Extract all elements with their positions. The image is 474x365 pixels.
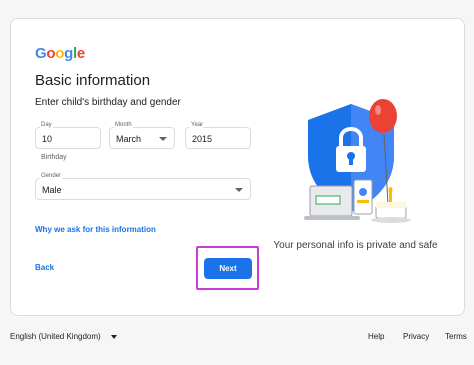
back-link[interactable]: Back (35, 263, 54, 272)
logo-letter: e (76, 45, 85, 62)
month-select[interactable]: Month March (109, 122, 175, 149)
next-button[interactable]: Next (204, 258, 252, 279)
help-link[interactable]: Help (368, 332, 384, 341)
day-field[interactable]: Day 10 (35, 122, 101, 149)
month-label: Month (114, 122, 133, 128)
gender-value: Male (42, 185, 62, 195)
privacy-illustration (304, 99, 411, 223)
day-value: 10 (42, 134, 53, 144)
signup-card: Google Basic information Enter child's b… (10, 18, 465, 316)
language-label: English (United Kingdom) (10, 332, 101, 341)
terms-link[interactable]: Terms (445, 332, 467, 341)
logo-letter: G (35, 45, 47, 62)
year-value: 2015 (192, 134, 213, 144)
language-selector[interactable]: English (United Kingdom) (10, 332, 117, 341)
google-logo: Google (35, 45, 85, 62)
next-highlight: Next (196, 246, 259, 290)
page-title: Basic information (35, 72, 151, 89)
year-field[interactable]: Year 2015 (185, 122, 251, 149)
gender-select[interactable]: Gender Male (35, 173, 251, 200)
page-subtitle: Enter child's birthday and gender (35, 97, 181, 108)
laptop-icon (304, 185, 360, 220)
privacy-link[interactable]: Privacy (403, 332, 429, 341)
gender-label: Gender (40, 173, 63, 179)
logo-letter: o (55, 45, 65, 62)
day-label: Day (40, 122, 53, 128)
privacy-caption: Your personal info is private and safe (273, 240, 438, 251)
why-we-ask-link[interactable]: Why we ask for this information (35, 225, 156, 234)
year-label: Year (190, 122, 205, 128)
chevron-down-icon (159, 137, 167, 141)
chevron-down-icon (235, 188, 243, 192)
month-value: March (116, 134, 142, 144)
logo-letter: o (46, 45, 56, 62)
phone-icon (353, 179, 373, 215)
birthday-hint: Birthday (41, 154, 67, 161)
chevron-down-icon (110, 334, 117, 339)
logo-letter: g (64, 45, 73, 62)
